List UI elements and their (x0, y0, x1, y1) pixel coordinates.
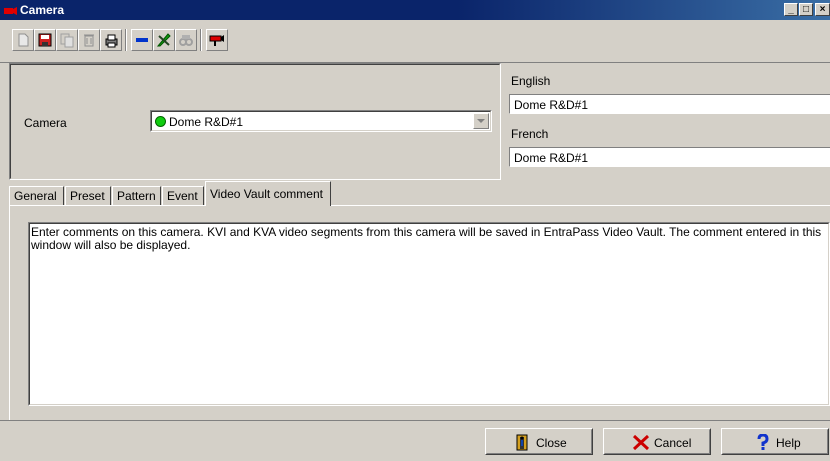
link-button[interactable] (131, 29, 153, 51)
tab-pattern[interactable]: Pattern (112, 186, 161, 205)
delete-icon (84, 34, 94, 47)
search-icon (179, 35, 193, 46)
print-button[interactable] (100, 29, 122, 51)
camera-button[interactable] (206, 29, 228, 51)
camera-select[interactable]: Dome R&D#1 (150, 110, 492, 132)
help-button-label: Help (776, 436, 801, 450)
save-icon (38, 33, 52, 47)
tab-strip: General Preset Pattern Event Video Vault… (9, 181, 830, 206)
tab-video-vault-comment[interactable]: Video Vault comment (205, 181, 331, 206)
title-bar: Camera _ □ × (0, 0, 830, 20)
toolbar-separator (200, 29, 202, 51)
save-button[interactable] (34, 29, 56, 51)
new-button[interactable] (12, 29, 34, 51)
french-label: French (511, 127, 549, 141)
camera-icon (209, 35, 224, 46)
toolbar-separator (125, 29, 127, 51)
status-dot-icon (155, 116, 166, 127)
camera-label: Camera (24, 116, 67, 130)
french-name-field[interactable]: Dome R&D#1 (509, 147, 830, 167)
cancel-button[interactable]: Cancel (603, 428, 711, 455)
cancel-button-label: Cancel (654, 436, 692, 450)
english-label: English (511, 74, 551, 88)
print-icon (105, 34, 118, 48)
edit-link-icon (156, 33, 171, 47)
language-panel: English Dome R&D#1 French Dome R&D#1 (503, 63, 830, 180)
comment-textarea[interactable]: Enter comments on this camera. KVI and K… (28, 222, 830, 406)
tab-preset[interactable]: Preset (65, 186, 111, 205)
new-icon (18, 33, 29, 47)
delete-button[interactable] (78, 29, 100, 51)
door-exit-icon (514, 434, 532, 454)
maximize-button[interactable]: □ (799, 3, 813, 16)
english-name-field[interactable]: Dome R&D#1 (509, 94, 830, 114)
copy-button[interactable] (56, 29, 78, 51)
camera-app-icon (4, 5, 18, 19)
cancel-x-icon (632, 434, 650, 454)
camera-select-value: Dome R&D#1 (169, 115, 244, 129)
search-button[interactable] (175, 29, 197, 51)
toolbar (0, 20, 830, 63)
tab-event[interactable]: Event (162, 186, 204, 205)
close-window-button[interactable]: × (815, 3, 830, 16)
copy-icon (60, 33, 74, 48)
edit-link-button[interactable] (153, 29, 175, 51)
chevron-down-icon (477, 119, 485, 123)
help-button[interactable]: Help (721, 428, 829, 455)
close-button-label: Close (536, 436, 567, 450)
link-icon (136, 38, 148, 42)
tab-general[interactable]: General (9, 186, 64, 205)
close-button[interactable]: Close (485, 428, 593, 455)
help-question-icon (756, 433, 770, 454)
minimize-button[interactable]: _ (784, 3, 798, 16)
camera-select-dropdown-button[interactable] (473, 113, 489, 129)
window-title: Camera (20, 3, 65, 17)
